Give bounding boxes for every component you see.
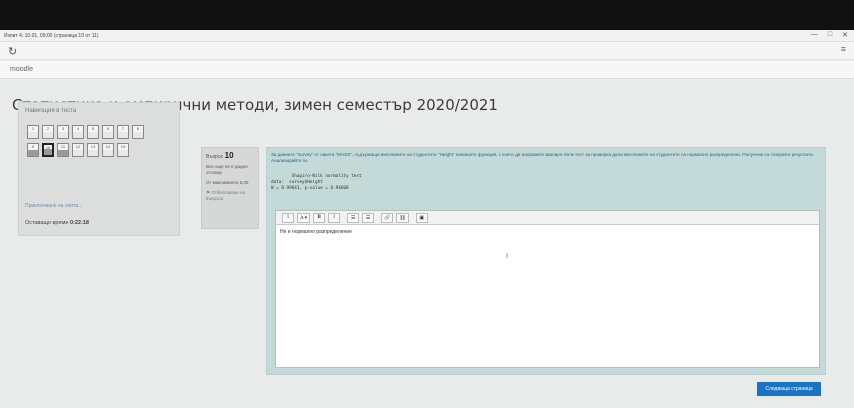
maximize-button[interactable]: □ [828,31,832,39]
nav-question-11[interactable]: 11 [57,143,69,157]
code-line: W = 0.99641, p-value = 0.94608 [271,186,349,191]
numbered-list-button[interactable]: ☰ [362,212,375,223]
nav-question-10[interactable]: 10 [42,143,54,157]
font-style-button[interactable]: A ▾ [297,212,311,223]
editor-toolbar: 1 A ▾ B I ☰ ☰ 🔗 ⛓ ▣ [276,211,819,225]
window-titlebar: Изпит 4, 10.01, 09:00 (страница 10 от 11… [0,30,854,42]
text-cursor-icon: I [506,253,508,260]
italic-button[interactable]: I [328,212,341,223]
question-status: Все още не е даден отговор [206,164,248,175]
nav-question-8[interactable]: 8 [132,125,144,139]
flag-question-label: Отбелязване на въпроса [206,190,245,201]
moodle-navbar: moodle [0,61,854,79]
question-content: За данните "survey" от пакета "MASS", съ… [266,147,826,375]
answer-editor: 1 A ▾ B I ☰ ☰ 🔗 ⛓ ▣ Не е нормално разпре… [275,210,820,368]
question-number-label: Въпрос [206,154,224,160]
answer-textarea[interactable]: Не е нормално разпределение I [276,225,819,365]
nav-question-6[interactable]: 6 [102,125,114,139]
bold-button[interactable]: B [313,212,326,223]
close-button[interactable]: ✕ [842,31,848,39]
nav-question-7[interactable]: 7 [117,125,129,139]
toggle-toolbar-button[interactable]: 1 [282,212,294,223]
window-controls: — □ ✕ [811,31,848,39]
nav-question-1[interactable]: 1 [27,125,39,139]
question-marks: От максимално 5,00 [206,180,249,185]
browser-toolbar: ↻ ≡ [0,42,854,60]
question-text: За данните "survey" от пакета "MASS", съ… [271,152,814,163]
time-left-value: 0:22:18 [69,220,89,226]
nav-row: 9 10 11 12 13 14 15 [27,143,177,157]
flag-icon: ⚑ [206,190,211,195]
moodle-logo[interactable]: moodle [10,66,33,73]
unlink-button[interactable]: ⛓ [396,212,409,223]
menu-icon[interactable]: ≡ [841,44,846,54]
time-left: Оставащо време 0:22:18 [25,220,89,226]
finish-attempt-link[interactable]: Приключване на опита... [25,203,82,209]
nav-row: 1 2 3 4 5 6 7 8 [27,125,177,139]
nav-question-5[interactable]: 5 [87,125,99,139]
nav-question-12[interactable]: 12 [72,143,84,157]
next-page-button[interactable]: Следваща страница [757,382,821,396]
nav-question-3[interactable]: 3 [57,125,69,139]
flag-question-link[interactable]: ⚑ Отбелязване на въпроса [206,190,254,202]
nav-question-9[interactable]: 9 [27,143,39,157]
link-button[interactable]: 🔗 [381,212,394,223]
window-title: Изпит 4, 10.01, 09:00 (страница 10 от 11… [4,32,99,39]
quiz-navigation-title: Навигация в теста [25,108,77,114]
image-button[interactable]: ▣ [415,212,428,223]
nav-question-4[interactable]: 4 [72,125,84,139]
answer-text: Не е нормално разпределение [280,229,352,235]
nav-question-15[interactable]: 15 [117,143,129,157]
quiz-navigation-block: Навигация в теста 1 2 3 4 5 6 7 8 9 10 1… [18,102,180,236]
time-left-label: Оставащо време [25,220,69,226]
nav-question-2[interactable]: 2 [42,125,54,139]
question-code-block: Shapiro-Wilk normality test data: survey$… [271,174,362,192]
minimize-button[interactable]: — [811,31,818,39]
reload-icon[interactable]: ↻ [8,45,17,58]
bullet-list-button[interactable]: ☰ [347,212,360,223]
question-info: Въпрос 10 Все още не е даден отговор От … [201,147,259,229]
nav-question-14[interactable]: 14 [102,143,114,157]
quiz-navigation-grid: 1 2 3 4 5 6 7 8 9 10 11 12 13 14 15 [27,125,177,161]
question-number-value: 10 [224,151,234,160]
nav-question-13[interactable]: 13 [87,143,99,157]
question-number: Въпрос 10 [206,151,254,160]
